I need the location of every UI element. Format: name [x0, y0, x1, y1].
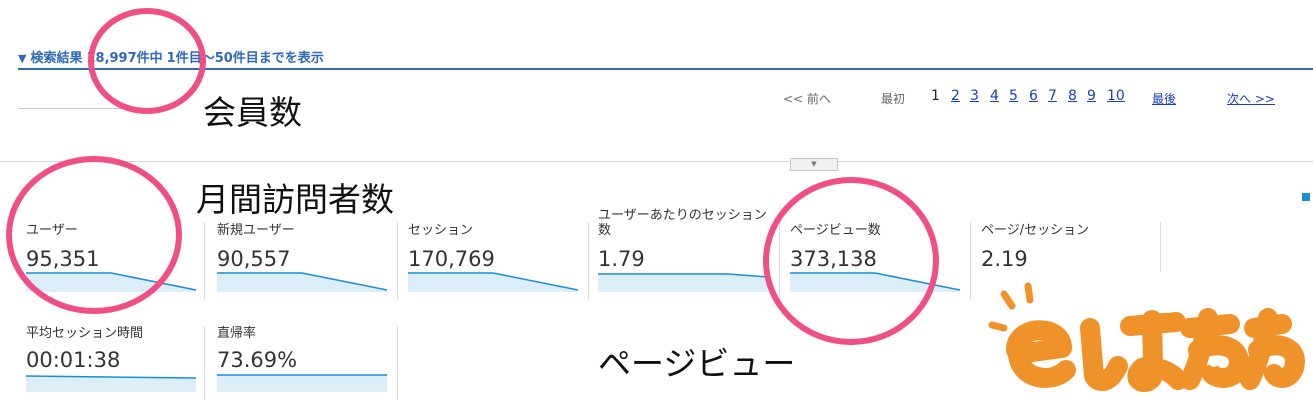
annotation-pageviews: ページビュー [598, 344, 796, 383]
metric-value-bounce-rate: 73.69% [217, 348, 298, 372]
tile-separator [970, 222, 971, 300]
metric-label-pages-per-session: ページ/セッション [981, 223, 1090, 238]
search-label: 検索結果 [30, 51, 83, 66]
pagination-current-page: 1 [931, 88, 940, 104]
metric-value-avg-session-duration: 00:01:38 [26, 348, 121, 372]
collapse-handle[interactable]: ▼ [790, 158, 838, 171]
triangle-down-icon[interactable]: ▼ [18, 52, 26, 65]
pagination-page-7[interactable]: 7 [1048, 88, 1057, 104]
pagination-page-8[interactable]: 8 [1068, 88, 1077, 104]
metric-label-bounce-rate: 直帰率 [217, 326, 257, 341]
sparkline-bounce-rate [217, 374, 387, 392]
pagination-page-6[interactable]: 6 [1029, 88, 1038, 104]
tile-separator [204, 222, 205, 300]
pagination-last[interactable]: 最後 [1152, 90, 1176, 107]
metric-label-avg-session-duration: 平均セッション時間 [26, 326, 144, 341]
pagination-page-4[interactable]: 4 [990, 88, 999, 104]
annotation-visitors: 月間訪問者数 [196, 180, 394, 219]
metric-label-sessions: セッション [408, 223, 474, 238]
metric-value-new-users: 90,557 [217, 247, 291, 271]
pagination-page-2[interactable]: 2 [951, 88, 960, 104]
tile-separator [1160, 222, 1161, 272]
eshizuoka-logo [988, 282, 1305, 393]
pagination-prev: << 前へ [783, 92, 831, 106]
tile-separator [588, 222, 589, 300]
section-divider [0, 161, 1313, 162]
highlight-circle-pageviews [763, 177, 939, 345]
highlight-circle-result-count [88, 8, 206, 114]
metric-label-sessions-per-user: ユーザーあたりのセッション [598, 208, 767, 223]
sparkline-sessions [408, 272, 578, 292]
pagination-page-10[interactable]: 10 [1107, 88, 1125, 104]
side-marker-icon [1302, 193, 1310, 201]
short-rule [18, 108, 128, 109]
highlight-circle-users [6, 156, 182, 314]
header-rule [18, 68, 1313, 70]
metric-value-sessions: 170,769 [408, 247, 495, 271]
metric-label-new-users: 新規ユーザー [217, 223, 295, 238]
sparkline-sessions-per-user [598, 273, 768, 292]
chevron-down-icon[interactable]: ▼ [811, 160, 816, 168]
sparkline-avg-session-duration [26, 375, 196, 392]
tile-separator [204, 326, 205, 400]
metric-label-sessions-per-user-2: 数 [598, 223, 612, 238]
sparkline-new-users [217, 272, 387, 292]
pagination-page-9[interactable]: 9 [1087, 88, 1096, 104]
metric-value-pages-per-session: 2.19 [981, 247, 1028, 271]
tile-separator [397, 326, 398, 400]
pagination-page-5[interactable]: 5 [1009, 88, 1018, 104]
pagination-next[interactable]: 次へ >> [1227, 90, 1275, 107]
tile-separator [397, 222, 398, 300]
pagination-first: 最初 [881, 92, 906, 106]
pagination-page-3[interactable]: 3 [970, 88, 979, 104]
metric-value-sessions-per-user: 1.79 [598, 247, 645, 271]
annotation-members: 会員数 [203, 93, 302, 132]
